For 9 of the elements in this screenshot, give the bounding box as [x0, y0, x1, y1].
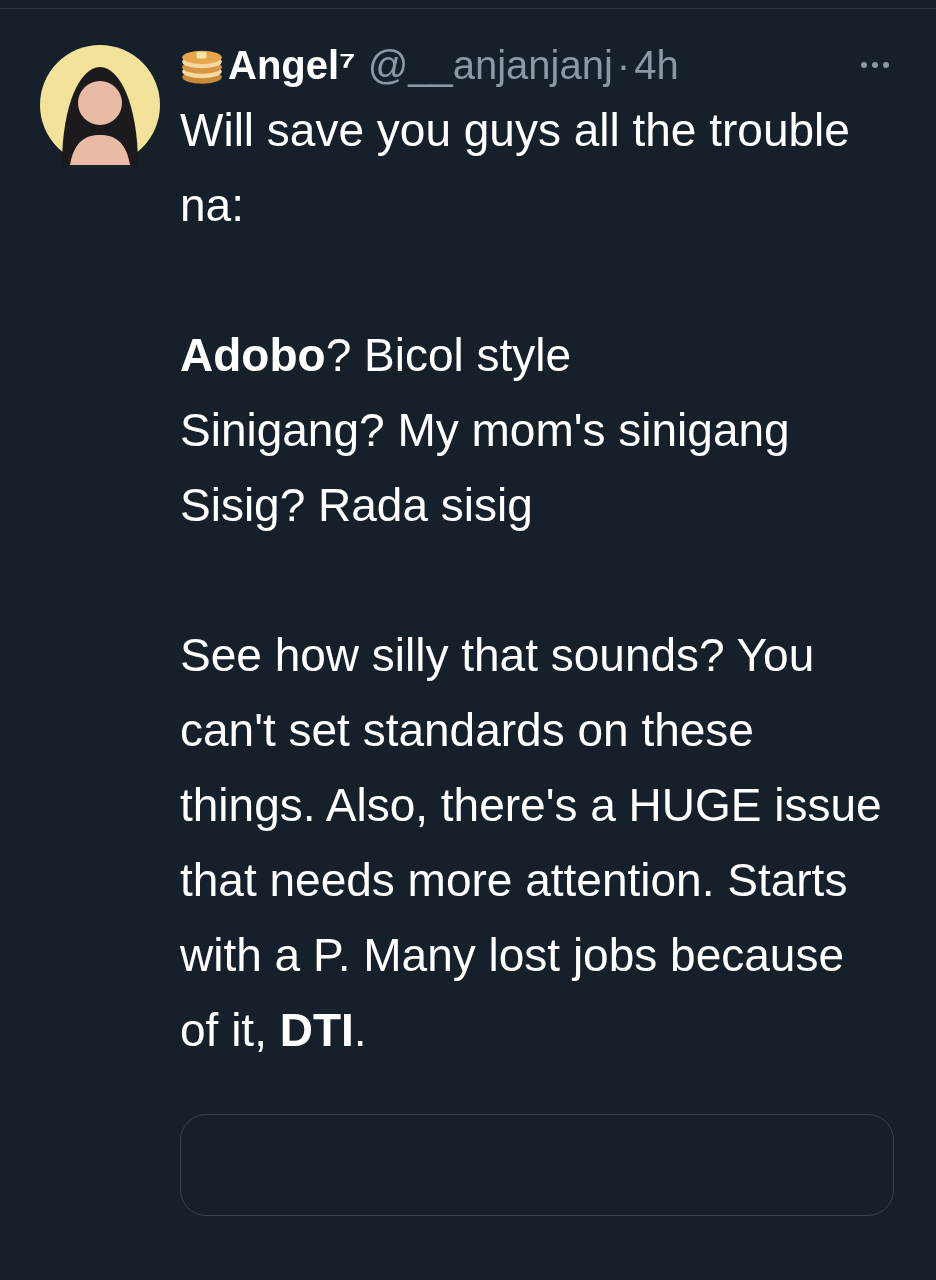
author-handle[interactable]: @__anjanjanj: [367, 42, 613, 88]
tweet-text: See how silly that sounds? You can't set standards on these things. Also, there's a HUGE issue that needs more attention. Starts with a P. Many lost jobs because of it, DTI.: [180, 628, 883, 1058]
avatar[interactable]: [40, 45, 160, 165]
tweet-text: Adobo? Bicol style Sinigang? My mom's sinigang Sisig? Rada sisig: [180, 328, 791, 533]
more-options-icon[interactable]: [860, 61, 890, 69]
tweet-text: Will save you guys all the trouble na:: [180, 103, 851, 233]
separator: ·: [616, 42, 631, 88]
author-name[interactable]: Angel⁷: [228, 42, 356, 88]
timestamp[interactable]: 4h: [634, 42, 679, 88]
